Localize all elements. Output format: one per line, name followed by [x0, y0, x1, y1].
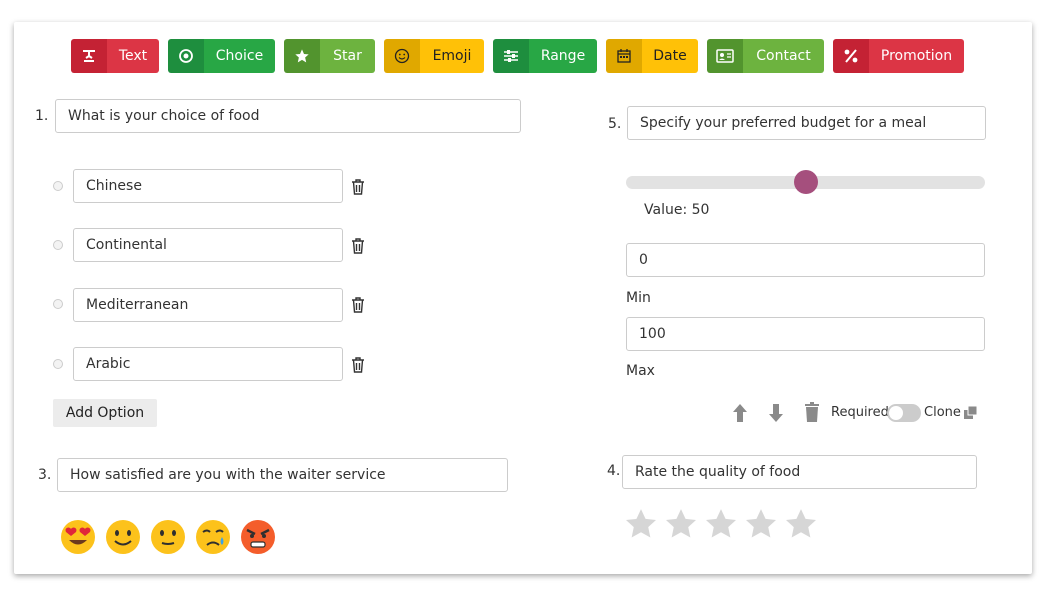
rating-star-4-icon[interactable]: [744, 507, 778, 541]
heart-eyes-emoji-icon[interactable]: [60, 519, 96, 555]
delete-question-icon[interactable]: [804, 402, 820, 422]
budget-slider-thumb[interactable]: [793, 170, 818, 194]
question-3-input[interactable]: How satisfied are you with the waiter se…: [57, 458, 508, 492]
add-star-button[interactable]: Star: [284, 39, 375, 73]
add-range-button[interactable]: Range: [493, 39, 597, 73]
delete-option-2-icon[interactable]: [351, 238, 365, 254]
add-date-button[interactable]: Date: [606, 39, 698, 73]
option-2-radio[interactable]: [53, 240, 63, 250]
calendar-icon: [606, 39, 642, 73]
crying-emoji-icon[interactable]: [195, 519, 231, 555]
rating-star-5-icon[interactable]: [784, 507, 818, 541]
contact-card-icon: [707, 39, 743, 73]
min-label: Min: [626, 290, 651, 306]
add-emoji-button[interactable]: Emoji: [384, 39, 484, 73]
question-3-number: 3.: [38, 467, 52, 483]
option-4-radio[interactable]: [53, 359, 63, 369]
question-5-input[interactable]: Specify your preferred budget for a meal: [627, 106, 986, 140]
rating-star-3-icon[interactable]: [704, 507, 738, 541]
delete-option-4-icon[interactable]: [351, 357, 365, 373]
angry-emoji-icon[interactable]: [240, 519, 276, 555]
question-4-number: 4.: [607, 463, 621, 479]
toggle-knob: [889, 406, 903, 420]
required-toggle[interactable]: [887, 404, 921, 422]
option-1-input[interactable]: Chinese: [73, 169, 343, 203]
option-3-radio[interactable]: [53, 299, 63, 309]
add-choice-button[interactable]: Choice: [168, 39, 275, 73]
min-value-input[interactable]: 0: [626, 243, 985, 277]
radio-target-icon: [168, 39, 204, 73]
date-button-label: Date: [642, 39, 698, 73]
add-option-button[interactable]: Add Option: [53, 399, 157, 427]
max-label: Max: [626, 363, 655, 379]
add-text-button[interactable]: Text: [71, 39, 159, 73]
smiling-emoji-icon[interactable]: [105, 519, 141, 555]
rating-star-2-icon[interactable]: [664, 507, 698, 541]
move-down-icon[interactable]: [767, 403, 785, 423]
option-2-input[interactable]: Continental: [73, 228, 343, 262]
move-up-icon[interactable]: [731, 403, 749, 423]
smiley-icon: [384, 39, 420, 73]
survey-builder-card: Text Choice Star Emoji Range Date Contac…: [14, 22, 1032, 574]
text-format-icon: [71, 39, 107, 73]
choice-button-label: Choice: [204, 39, 275, 73]
add-contact-button[interactable]: Contact: [707, 39, 824, 73]
question-1-input[interactable]: What is your choice of food: [55, 99, 521, 133]
star-button-label: Star: [320, 39, 375, 73]
option-4-input[interactable]: Arabic: [73, 347, 343, 381]
star-icon: [284, 39, 320, 73]
emoji-button-label: Emoji: [420, 39, 484, 73]
neutral-emoji-icon[interactable]: [150, 519, 186, 555]
text-button-label: Text: [107, 39, 159, 73]
option-1-radio[interactable]: [53, 181, 63, 191]
delete-option-1-icon[interactable]: [351, 179, 365, 195]
question-1-number: 1.: [35, 108, 49, 124]
clone-icon[interactable]: [964, 406, 977, 419]
range-button-label: Range: [529, 39, 597, 73]
delete-option-3-icon[interactable]: [351, 297, 365, 313]
required-label: Required: [831, 405, 889, 420]
percent-icon: [833, 39, 869, 73]
contact-button-label: Contact: [743, 39, 824, 73]
question-5-number: 5.: [608, 116, 622, 132]
question-4-input[interactable]: Rate the quality of food: [622, 455, 977, 489]
sliders-icon: [493, 39, 529, 73]
clone-label[interactable]: Clone: [924, 405, 961, 420]
rating-star-1-icon[interactable]: [624, 507, 658, 541]
option-3-input[interactable]: Mediterranean: [73, 288, 343, 322]
max-value-input[interactable]: 100: [626, 317, 985, 351]
promotion-button-label: Promotion: [869, 39, 964, 73]
question-type-toolbar: Text Choice Star Emoji Range Date Contac…: [14, 22, 1032, 82]
add-promotion-button[interactable]: Promotion: [833, 39, 964, 73]
slider-value-label: Value: 50: [644, 202, 710, 218]
